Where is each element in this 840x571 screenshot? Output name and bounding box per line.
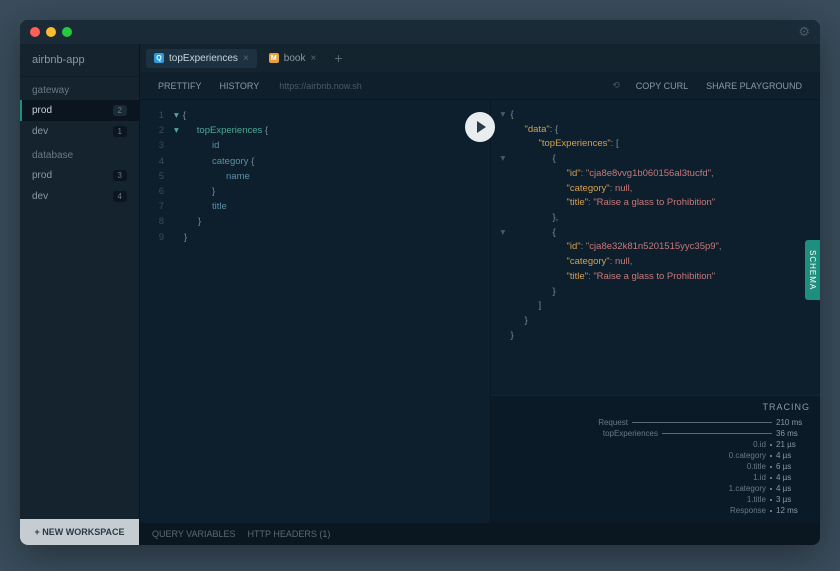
tracing-panel: TRACING Request210 ms topExperiences36 ms… <box>491 395 821 523</box>
settings-icon[interactable]: ⚙ <box>798 24 810 40</box>
tracing-row: 1.id4 µs <box>501 473 811 482</box>
tracing-row: 1.category4 µs <box>501 484 811 493</box>
share-playground-button[interactable]: SHARE PLAYGROUND <box>698 77 810 95</box>
sidebar-item-gateway-prod[interactable]: prod2 <box>20 100 139 121</box>
close-icon[interactable]: × <box>243 53 249 64</box>
toolbar: PRETTIFY HISTORY https://airbnb.now.sh ⟲… <box>140 72 820 100</box>
sidebar-section-database: database <box>20 142 139 165</box>
tab-bar: QtopExperiences×Mbook× + <box>140 44 820 72</box>
response-pane: ▾{"data": {"topExperiences": [▾{"id": "c… <box>491 100 821 523</box>
schema-tab[interactable]: SCHEMA <box>805 240 820 300</box>
close-icon[interactable] <box>30 27 40 37</box>
app-body: airbnb-app gatewayprod2dev1databaseprod3… <box>20 44 820 545</box>
prettify-button[interactable]: PRETTIFY <box>150 77 210 95</box>
close-icon[interactable]: × <box>310 53 316 64</box>
tracing-row: 1.title3 µs <box>501 495 811 504</box>
add-tab-button[interactable]: + <box>328 50 348 66</box>
response-viewer[interactable]: ▾{"data": {"topExperiences": [▾{"id": "c… <box>491 100 821 395</box>
main-area: QtopExperiences×Mbook× + PRETTIFY HISTOR… <box>140 44 820 545</box>
tracing-row: Response12 ms <box>501 506 811 515</box>
http-headers-tab[interactable]: HTTP HEADERS (1) <box>248 529 331 539</box>
tab-book[interactable]: Mbook× <box>261 49 325 68</box>
titlebar: ⚙ <box>20 20 820 44</box>
history-button[interactable]: HISTORY <box>212 77 268 95</box>
maximize-icon[interactable] <box>62 27 72 37</box>
query-variables-tab[interactable]: QUERY VARIABLES <box>152 529 236 539</box>
reload-icon[interactable]: ⟲ <box>606 80 626 91</box>
app-window: ⚙ airbnb-app gatewayprod2dev1databasepro… <box>20 20 820 545</box>
minimize-icon[interactable] <box>46 27 56 37</box>
endpoint-input[interactable]: https://airbnb.now.sh <box>269 81 604 91</box>
tracing-row: topExperiences36 ms <box>501 429 811 438</box>
sidebar: airbnb-app gatewayprod2dev1databaseprod3… <box>20 44 140 545</box>
editor-area: 1▾{2▾topExperiences {3id4category {5name… <box>140 100 820 523</box>
tracing-row: 0.id21 µs <box>501 440 811 449</box>
tracing-row: 0.title6 µs <box>501 462 811 471</box>
tracing-row: 0.category4 µs <box>501 451 811 460</box>
copy-curl-button[interactable]: COPY CURL <box>628 77 696 95</box>
app-title: airbnb-app <box>20 44 139 77</box>
sidebar-item-gateway-dev[interactable]: dev1 <box>20 121 139 142</box>
window-controls <box>30 27 72 37</box>
sidebar-item-database-dev[interactable]: dev4 <box>20 186 139 207</box>
query-editor[interactable]: 1▾{2▾topExperiences {3id4category {5name… <box>140 100 491 523</box>
execute-button[interactable] <box>465 112 495 142</box>
tracing-row: Request210 ms <box>501 418 811 427</box>
new-workspace-button[interactable]: + NEW WORKSPACE <box>20 519 139 545</box>
tab-topExperiences[interactable]: QtopExperiences× <box>146 49 257 68</box>
editor-footer: QUERY VARIABLES HTTP HEADERS (1) <box>140 523 820 545</box>
sidebar-section-gateway: gateway <box>20 77 139 100</box>
tracing-title: TRACING <box>501 402 811 412</box>
sidebar-item-database-prod[interactable]: prod3 <box>20 165 139 186</box>
